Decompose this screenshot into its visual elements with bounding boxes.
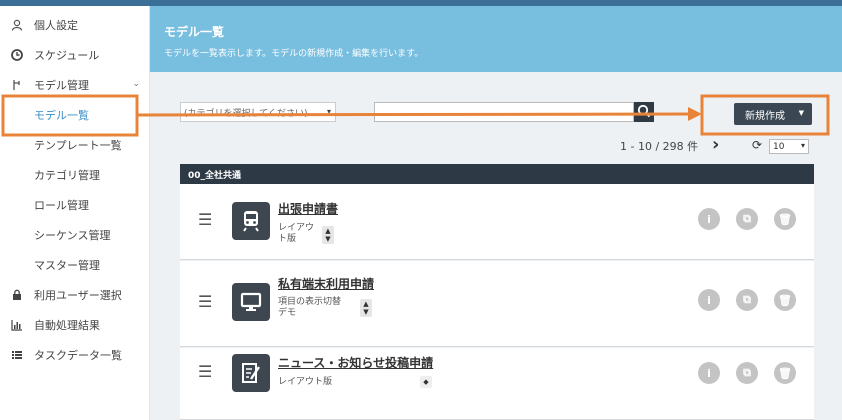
annotation-box-sidebar (1, 94, 139, 137)
annotation-arrow (136, 112, 694, 117)
annotation-box-new-button (700, 94, 830, 136)
annotation-overlay (1, 94, 830, 137)
annotation-arrowhead (688, 107, 702, 121)
